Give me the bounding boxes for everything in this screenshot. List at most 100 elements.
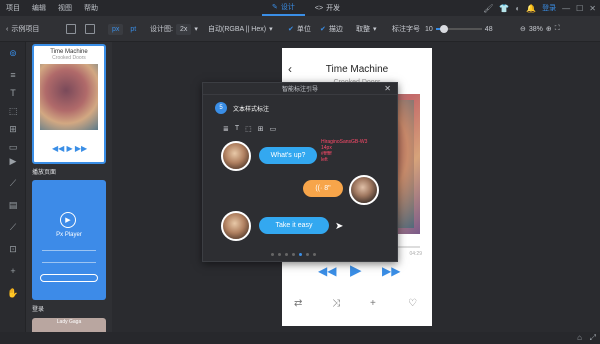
grid-icon[interactable]: ⊞: [6, 122, 20, 136]
forward-icon: ▶▶: [382, 264, 401, 278]
back-to-project[interactable]: ‹ 示例项目: [6, 16, 39, 42]
stroke-checkbox[interactable]: ✔ 描边: [320, 16, 343, 42]
design-scale[interactable]: 设计图: 2x ▾: [150, 16, 198, 42]
avatar-man: [349, 175, 379, 205]
check-icon: ✔: [288, 26, 294, 33]
chevron-down-icon: ▾: [269, 26, 273, 33]
page-dot-active[interactable]: [299, 253, 302, 256]
play-icon: ▶: [350, 262, 362, 279]
page-dot[interactable]: [313, 253, 316, 256]
add-icon: +: [370, 298, 376, 309]
fit-icon[interactable]: ⛶: [555, 25, 560, 33]
slice-icon[interactable]: ▤: [6, 198, 20, 212]
page-dot[interactable]: [306, 253, 309, 256]
stroke-checkbox-label: 描边: [328, 26, 343, 33]
unit-switch: px pt: [108, 16, 136, 42]
font-size-label: 标注字号: [392, 26, 420, 33]
sound-wave-icon: ((·: [315, 185, 323, 192]
font-size-min: 10: [425, 25, 433, 33]
design-scale-label: 设计图:: [150, 26, 173, 33]
chat-bubble-1: What's up?: [259, 147, 317, 164]
round-select[interactable]: 取整 ▾: [356, 16, 377, 42]
font-size-slider[interactable]: [435, 25, 482, 33]
chevron-left-icon: ‹: [6, 25, 9, 33]
expand-icon[interactable]: ⤢: [590, 333, 596, 343]
status-bar: ⌂ ⤢: [0, 332, 600, 344]
artboard-thumb-player[interactable]: ▶ Px Player: [32, 180, 106, 300]
pointer-icon[interactable]: ▶: [6, 154, 20, 168]
step-title: 文本样式标注: [233, 107, 270, 113]
thumb-label-login: 登录: [32, 307, 45, 313]
artboard-thumb-login[interactable]: Lady Gaga: [32, 318, 106, 332]
save-actions: [66, 16, 95, 42]
menu-project[interactable]: 项目: [0, 3, 26, 13]
tshirt-icon[interactable]: 👕: [499, 4, 509, 13]
layers-icon[interactable]: ≡: [6, 68, 20, 82]
eyedropper-icon[interactable]: ⟋: [6, 220, 20, 234]
text-icon: T: [234, 125, 240, 132]
unit-px-button[interactable]: px: [108, 23, 124, 35]
chat-bubble-voice: ((· 8": [303, 180, 343, 197]
location-icon[interactable]: ⊚: [6, 46, 20, 60]
bell-icon[interactable]: 🔔: [526, 4, 536, 13]
voice-length: 8": [324, 185, 331, 192]
design-scale-select[interactable]: 2x: [175, 23, 192, 35]
unit-pt-button[interactable]: pt: [130, 26, 136, 33]
page-dot[interactable]: [271, 253, 274, 256]
hand-icon[interactable]: ✋: [6, 286, 20, 300]
thumb-label-player: 播放页面: [32, 170, 57, 176]
frame-icon: ⬚: [245, 126, 252, 133]
menu-view[interactable]: 视图: [52, 3, 78, 13]
page-dot[interactable]: [292, 253, 295, 256]
zoom-out-icon[interactable]: ⊖: [520, 25, 526, 33]
page-dot[interactable]: [278, 253, 281, 256]
unit-checkbox[interactable]: ✔ 单位: [288, 16, 311, 42]
menu-edit[interactable]: 编辑: [26, 3, 52, 13]
rect-icon[interactable]: ▭: [6, 140, 20, 154]
artboard-thumb-music[interactable]: Time Machine Crooked Doors ◀◀ ▶ ▶▶: [32, 44, 106, 164]
rewind-icon: ◀◀: [318, 264, 337, 278]
code-icon: <>: [314, 4, 324, 12]
menu-help[interactable]: 帮助: [78, 3, 104, 13]
toolbar: ‹ 示例项目 px pt 设计图: 2x ▾ 自动(RGBA || Hex) ▾…: [0, 16, 600, 42]
zoom-in-icon[interactable]: ⊕: [546, 25, 552, 33]
annotation-align: left: [321, 157, 328, 163]
avatar-woman: [221, 141, 251, 171]
close-icon[interactable]: ✕: [384, 84, 391, 93]
font-size-control: 标注字号 10 48: [392, 16, 493, 42]
page-indicator: [271, 253, 316, 256]
artboard-list: Time Machine Crooked Doors ◀◀ ▶ ▶▶ 播放页面 …: [26, 42, 112, 332]
window-actions: 🖌 👕 ◐ 🔔 登录 — ☐ ✕: [483, 0, 596, 16]
grid-icon: ⊞: [257, 126, 264, 133]
tab-design[interactable]: ✎ 设计: [262, 0, 305, 16]
avatar-woman: [221, 211, 251, 241]
brush-icon[interactable]: 🖌: [483, 4, 493, 13]
crosshair-icon[interactable]: +: [6, 264, 20, 278]
export-icon[interactable]: [85, 24, 95, 34]
slider-handle[interactable]: [439, 25, 448, 33]
text-icon[interactable]: T: [6, 86, 20, 100]
shuffle-icon: ⤨: [332, 298, 340, 309]
layers-icon: ≣: [223, 126, 229, 133]
login-button[interactable]: 登录: [542, 3, 556, 13]
ruler-icon[interactable]: ⟋: [6, 176, 20, 190]
thumb-artwork: [40, 64, 98, 130]
close-icon[interactable]: ✕: [589, 4, 596, 13]
color-format[interactable]: 自动(RGBA || Hex) ▾: [208, 16, 273, 42]
home-icon[interactable]: ⌂: [577, 333, 582, 342]
paint-icon[interactable]: ◐: [515, 4, 520, 13]
save-icon[interactable]: [66, 24, 76, 34]
cursor-icon: ➤: [335, 221, 344, 232]
maximize-icon[interactable]: ☐: [576, 4, 583, 13]
guide-dialog-title: 智能标注引导: [281, 87, 318, 93]
minimize-icon[interactable]: —: [562, 4, 570, 13]
color-format-select[interactable]: 自动(RGBA || Hex): [208, 24, 266, 34]
textbox-icon[interactable]: ⊡: [6, 242, 20, 256]
menu-bar: 项目 编辑 视图 帮助 ✎ 设计 <> 开发 🖌 👕 ◐ 🔔 登录 — ☐ ✕: [0, 0, 600, 16]
page-dot[interactable]: [285, 253, 288, 256]
tab-develop[interactable]: <> 开发: [305, 0, 350, 16]
thumb-player-title: Px Player: [56, 232, 82, 238]
text-style-annotation: HiraginoSansGB-W3 14px #ffffff left: [321, 139, 367, 163]
pencil-icon: ✎: [272, 4, 278, 11]
frame-icon[interactable]: ⬚: [6, 104, 20, 118]
